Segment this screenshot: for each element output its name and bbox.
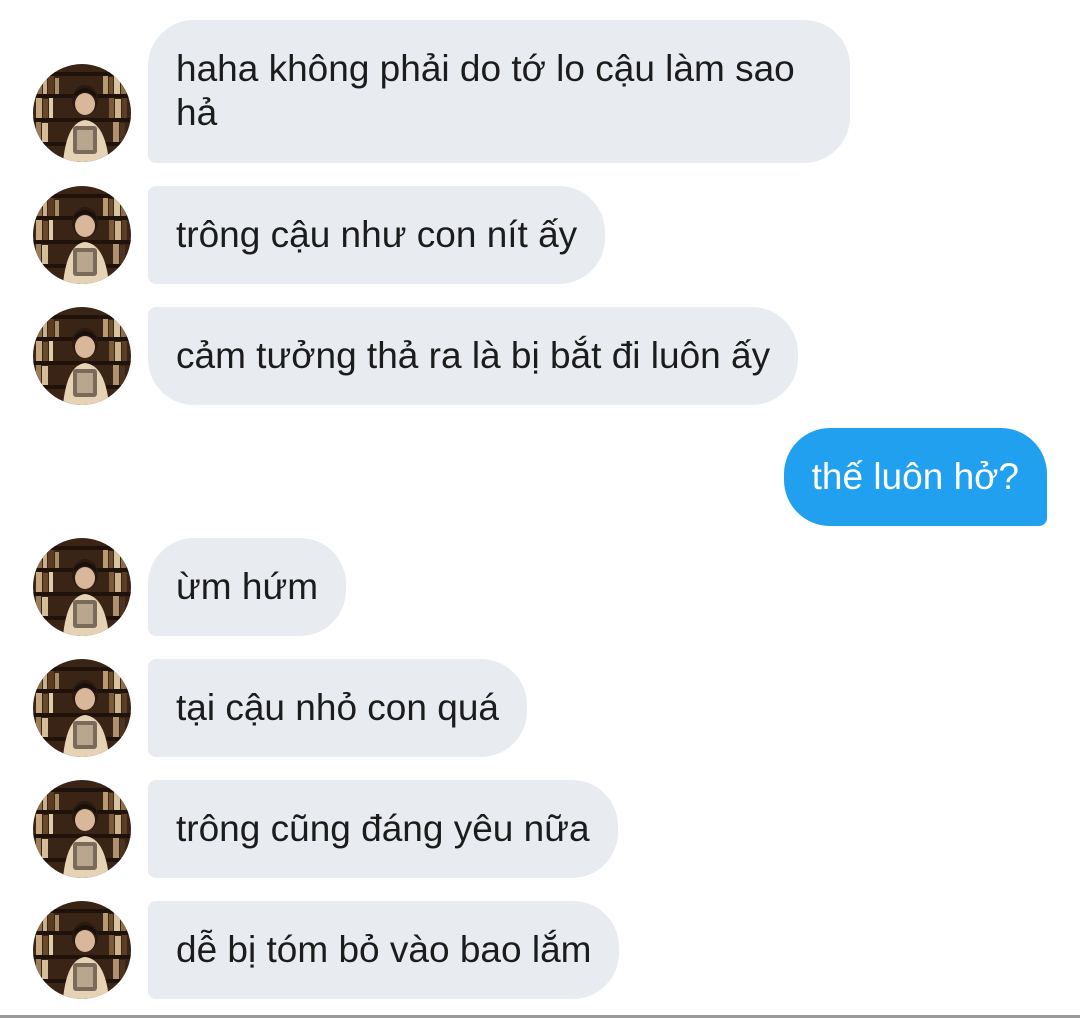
contact-avatar[interactable] <box>33 780 131 878</box>
avatar-photo-icon <box>33 901 131 999</box>
contact-avatar[interactable] <box>33 538 131 636</box>
contact-avatar[interactable] <box>33 659 131 757</box>
message-text: cảm tưởng thả ra là bị bắt đi luôn ấy <box>176 335 771 376</box>
incoming-message-bubble[interactable]: ừm hứm <box>148 538 347 636</box>
incoming-message-bubble[interactable]: haha không phải do tớ lo cậu làm sao hả <box>148 20 850 163</box>
contact-avatar[interactable] <box>33 307 131 405</box>
avatar-photo-icon <box>33 307 131 405</box>
contact-avatar[interactable] <box>33 186 131 284</box>
avatar-photo-icon <box>33 780 131 878</box>
message-text: ừm hứm <box>176 566 319 607</box>
incoming-message-bubble[interactable]: dễ bị tóm bỏ vào bao lắm <box>148 901 620 999</box>
incoming-message-bubble[interactable]: trông cũng đáng yêu nữa <box>148 780 618 878</box>
contact-avatar[interactable] <box>33 64 131 162</box>
message-text: haha không phải do tớ lo cậu làm sao hả <box>176 48 795 133</box>
message-text: thế luôn hở? <box>811 456 1019 497</box>
avatar-photo-icon <box>33 64 131 162</box>
avatar-photo-icon <box>33 186 131 284</box>
outgoing-message-bubble[interactable]: thế luôn hở? <box>783 428 1047 526</box>
contact-avatar[interactable] <box>33 901 131 999</box>
chat-thread: haha không phải do tớ lo cậu làm sao hả … <box>0 0 1080 1018</box>
incoming-message-bubble[interactable]: trông cậu như con nít ấy <box>148 186 606 284</box>
message-text: trông cũng đáng yêu nữa <box>176 808 590 849</box>
message-text: trông cậu như con nít ấy <box>176 214 578 255</box>
incoming-message-bubble[interactable]: tại cậu nhỏ con quá <box>148 659 527 757</box>
avatar-photo-icon <box>33 659 131 757</box>
avatar-photo-icon <box>33 538 131 636</box>
message-text: dễ bị tóm bỏ vào bao lắm <box>176 929 592 970</box>
incoming-message-bubble[interactable]: cảm tưởng thả ra là bị bắt đi luôn ấy <box>148 307 799 405</box>
message-text: tại cậu nhỏ con quá <box>176 687 499 728</box>
